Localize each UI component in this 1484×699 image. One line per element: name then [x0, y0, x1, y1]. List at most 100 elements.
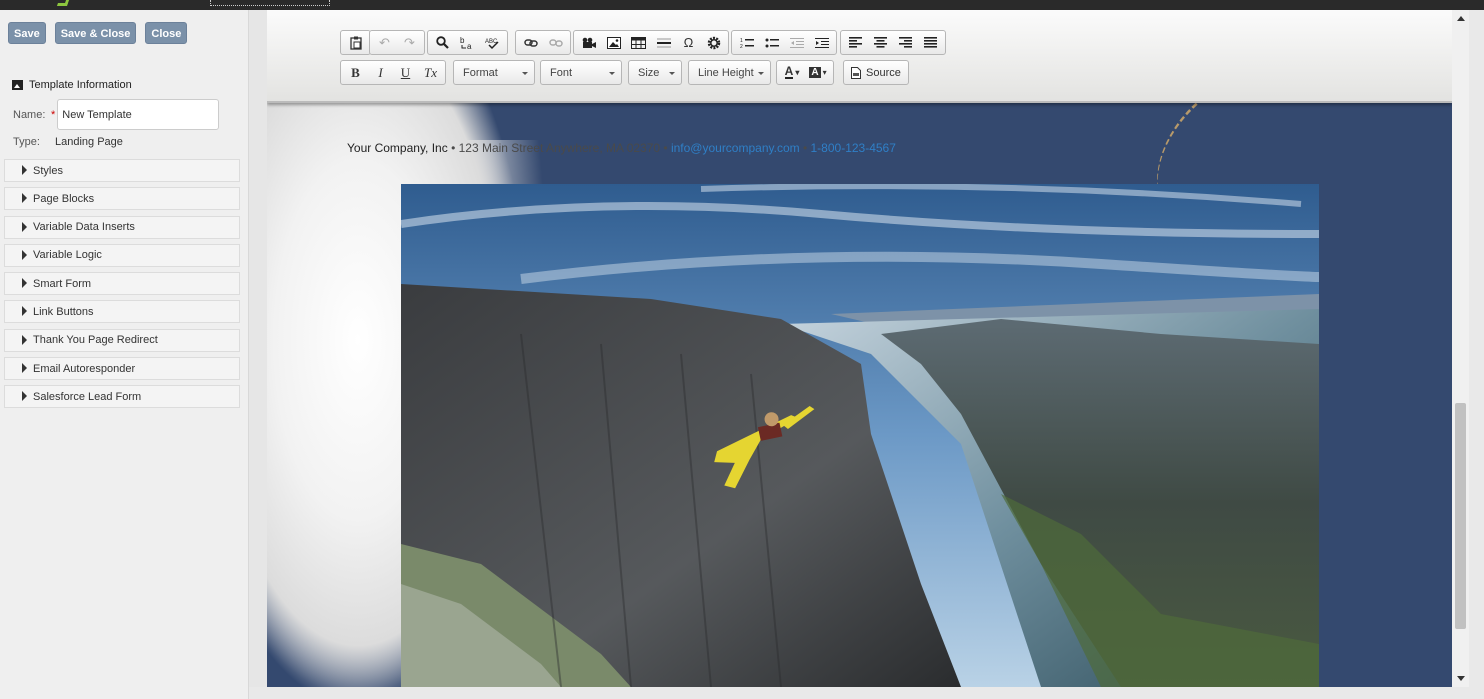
dropdown-arrow-icon [758, 72, 764, 75]
table-icon[interactable] [627, 32, 650, 53]
company-email-link[interactable]: info@yourcompany.com [671, 141, 800, 155]
expand-triangle-icon [22, 306, 27, 317]
size-dropdown[interactable]: Size [628, 60, 682, 85]
section-smart-form[interactable]: Smart Form [4, 272, 240, 296]
company-name: Your Company, Inc [347, 141, 448, 155]
paste-icon[interactable] [344, 32, 367, 53]
logo [56, 0, 70, 6]
type-value: Landing Page [55, 136, 123, 148]
section-accordion: Styles Page Blocks Variable Data Inserts… [4, 159, 240, 414]
section-variable-logic[interactable]: Variable Logic [4, 243, 240, 267]
align-right-icon[interactable] [894, 32, 917, 53]
company-address: • 123 Main Street Anywhere, MA 02370 • [447, 141, 671, 155]
expand-triangle-icon [22, 391, 27, 402]
name-label: Name: [13, 108, 46, 121]
scroll-thumb[interactable] [1455, 403, 1466, 629]
expand-triangle-icon [22, 334, 27, 345]
bottom-gutter [249, 687, 1484, 699]
type-row: Type: Landing Page [13, 136, 123, 148]
font-dropdown[interactable]: Font [540, 60, 622, 85]
dropdown-arrow-icon [669, 72, 675, 75]
template-name-input[interactable] [57, 99, 220, 130]
left-panel: Save Save & Close Close Template Informa… [0, 10, 249, 699]
horizontal-rule-icon[interactable] [652, 32, 675, 53]
editor-toolbar: ↶ ↷ ba ABC Ω 1 2 B I U Tx Format Font Si… [267, 10, 1452, 103]
svg-text:b: b [460, 36, 465, 45]
clipboard-group [340, 30, 371, 55]
expand-triangle-icon [22, 278, 27, 289]
find-group: ba ABC [427, 30, 508, 55]
text-color-button[interactable]: A ▾ [779, 62, 805, 83]
redo-icon[interactable]: ↷ [398, 32, 421, 53]
alignment-group [840, 30, 946, 55]
bullet-list-icon[interactable] [760, 32, 783, 53]
save-button[interactable]: Save [8, 22, 46, 44]
image-icon[interactable] [602, 32, 625, 53]
source-button[interactable]: Source [843, 60, 909, 85]
replace-icon[interactable]: ba [456, 32, 479, 53]
svg-text:2: 2 [740, 44, 743, 49]
section-email-autoresponder[interactable]: Email Autoresponder [4, 357, 240, 381]
active-tab-outline[interactable] [210, 0, 330, 6]
text-style-group: B I U Tx [340, 60, 446, 85]
list-indent-group: 12 [731, 30, 837, 55]
line-height-dropdown[interactable]: Line Height [688, 60, 771, 85]
format-dropdown[interactable]: Format [453, 60, 535, 85]
svg-text:a: a [467, 42, 472, 50]
dropdown-arrow-icon [609, 72, 615, 75]
company-footer-line: Your Company, Inc • 123 Main Street Anyw… [347, 141, 896, 155]
background-color-button[interactable]: A ▾ [805, 62, 831, 83]
source-document-icon [851, 66, 861, 79]
expand-triangle-icon [22, 363, 27, 374]
section-link-buttons[interactable]: Link Buttons [4, 300, 240, 324]
special-character-icon[interactable]: Ω [677, 32, 700, 53]
section-salesforce-lead-form[interactable]: Salesforce Lead Form [4, 385, 240, 409]
expand-triangle-icon [22, 193, 27, 204]
template-info-header: Template Information [12, 79, 132, 91]
insert-group: Ω [573, 30, 729, 55]
link-group [515, 30, 571, 55]
history-group: ↶ ↷ [369, 30, 425, 55]
template-info-title: Template Information [29, 79, 132, 91]
section-thank-you-redirect[interactable]: Thank You Page Redirect [4, 328, 240, 352]
dropdown-arrow-icon [522, 72, 528, 75]
section-variable-data-inserts[interactable]: Variable Data Inserts [4, 215, 240, 239]
find-icon[interactable] [431, 32, 454, 53]
settings-gear-icon[interactable] [702, 32, 725, 53]
remove-format-icon[interactable]: Tx [419, 62, 442, 83]
separator: • [799, 141, 811, 155]
link-icon[interactable] [519, 32, 542, 53]
align-justify-icon[interactable] [919, 32, 942, 53]
italic-button[interactable]: I [369, 62, 392, 83]
align-left-icon[interactable] [844, 32, 867, 53]
spellcheck-icon[interactable]: ABC [481, 32, 504, 53]
action-buttons: Save Save & Close Close [8, 22, 188, 44]
top-bar [0, 0, 1484, 10]
underline-button[interactable]: U [394, 62, 417, 83]
outdent-icon[interactable] [785, 32, 808, 53]
expand-triangle-icon [22, 165, 27, 175]
unlink-icon[interactable] [544, 32, 567, 53]
company-phone-link[interactable]: 1-800-123-4567 [811, 141, 896, 155]
required-marker: * [51, 108, 56, 121]
video-icon[interactable] [577, 32, 600, 53]
bold-button[interactable]: B [344, 62, 367, 83]
undo-icon[interactable]: ↶ [373, 32, 396, 53]
numbered-list-icon[interactable]: 12 [735, 32, 758, 53]
align-center-icon[interactable] [869, 32, 892, 53]
save-close-button[interactable]: Save & Close [54, 22, 137, 44]
editor-vertical-scrollbar[interactable] [1452, 10, 1469, 687]
color-group: A ▾ A ▾ [776, 60, 834, 85]
scroll-down-icon[interactable] [1457, 676, 1465, 681]
type-label: Type: [13, 136, 40, 148]
expand-triangle-icon [22, 221, 27, 232]
section-page-blocks[interactable]: Page Blocks [4, 187, 240, 211]
close-button[interactable]: Close [145, 22, 188, 44]
expand-triangle-icon [22, 249, 27, 260]
name-row: Name: * [13, 99, 220, 130]
editor-canvas[interactable]: ↶ ↷ ba ABC Ω 1 2 B I U Tx Format Font Si… [267, 10, 1452, 687]
indent-icon[interactable] [810, 32, 833, 53]
hero-image[interactable] [401, 184, 1319, 687]
section-styles[interactable]: Styles [4, 159, 240, 182]
scroll-up-icon[interactable] [1457, 16, 1465, 21]
